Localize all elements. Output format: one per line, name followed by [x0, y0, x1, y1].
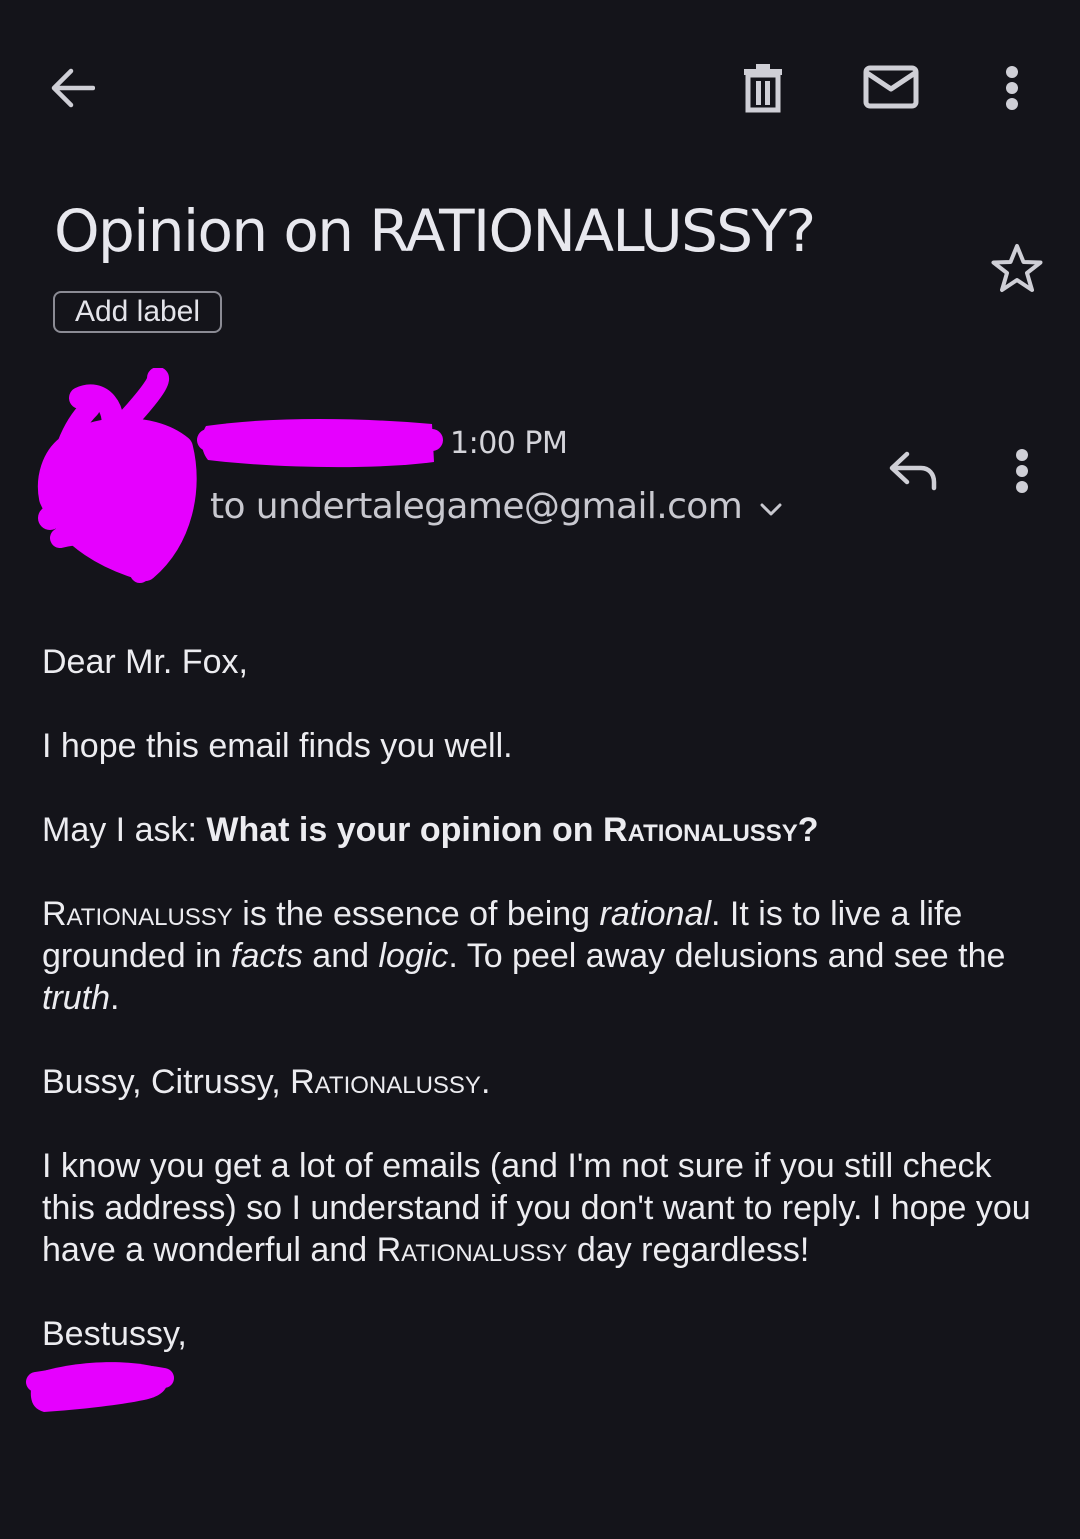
recipient-text: to undertalegame@gmail.com	[210, 486, 743, 527]
add-label-button[interactable]: Add label	[53, 291, 222, 333]
trash-icon	[744, 64, 782, 113]
star-icon	[991, 244, 1043, 292]
more-options-button[interactable]	[992, 62, 1032, 114]
recipient-details[interactable]: to undertalegame@gmail.com	[210, 486, 782, 527]
more-vert-icon	[1006, 66, 1018, 110]
chevron-down-icon	[760, 503, 782, 515]
greeting: Dear Mr. Fox,	[42, 643, 248, 681]
email-subject: Opinion on RATIONALUSSY?	[54, 197, 816, 265]
mark-unread-button[interactable]	[858, 62, 924, 112]
mail-icon	[863, 65, 919, 109]
email-body: Dear Mr. Fox, I hope this email finds yo…	[42, 641, 1052, 1355]
arrow-left-icon	[51, 68, 95, 108]
reply-icon	[889, 451, 937, 491]
email-time: 1:00 PM	[450, 426, 568, 461]
signoff: Bestussy,	[42, 1315, 187, 1353]
more-vert-icon	[1016, 449, 1028, 493]
reply-button[interactable]	[882, 444, 944, 496]
avatar	[37, 368, 197, 583]
body-paragraph: Rationalussy is the essence of being rat…	[42, 895, 1006, 1017]
body-paragraph: I know you get a lot of emails (and I'm …	[42, 1147, 1031, 1269]
body-paragraph: May I ask: What is your opinion on Ratio…	[42, 811, 819, 849]
body-paragraph: I hope this email finds you well.	[42, 727, 513, 765]
sender-name	[197, 419, 443, 468]
signature	[26, 1362, 174, 1412]
delete-button[interactable]	[735, 58, 791, 116]
back-button[interactable]	[42, 60, 102, 116]
star-button[interactable]	[988, 240, 1046, 298]
body-paragraph: Bussy, Citrussy, Rationalussy.	[42, 1063, 491, 1101]
message-more-button[interactable]	[1002, 446, 1042, 496]
